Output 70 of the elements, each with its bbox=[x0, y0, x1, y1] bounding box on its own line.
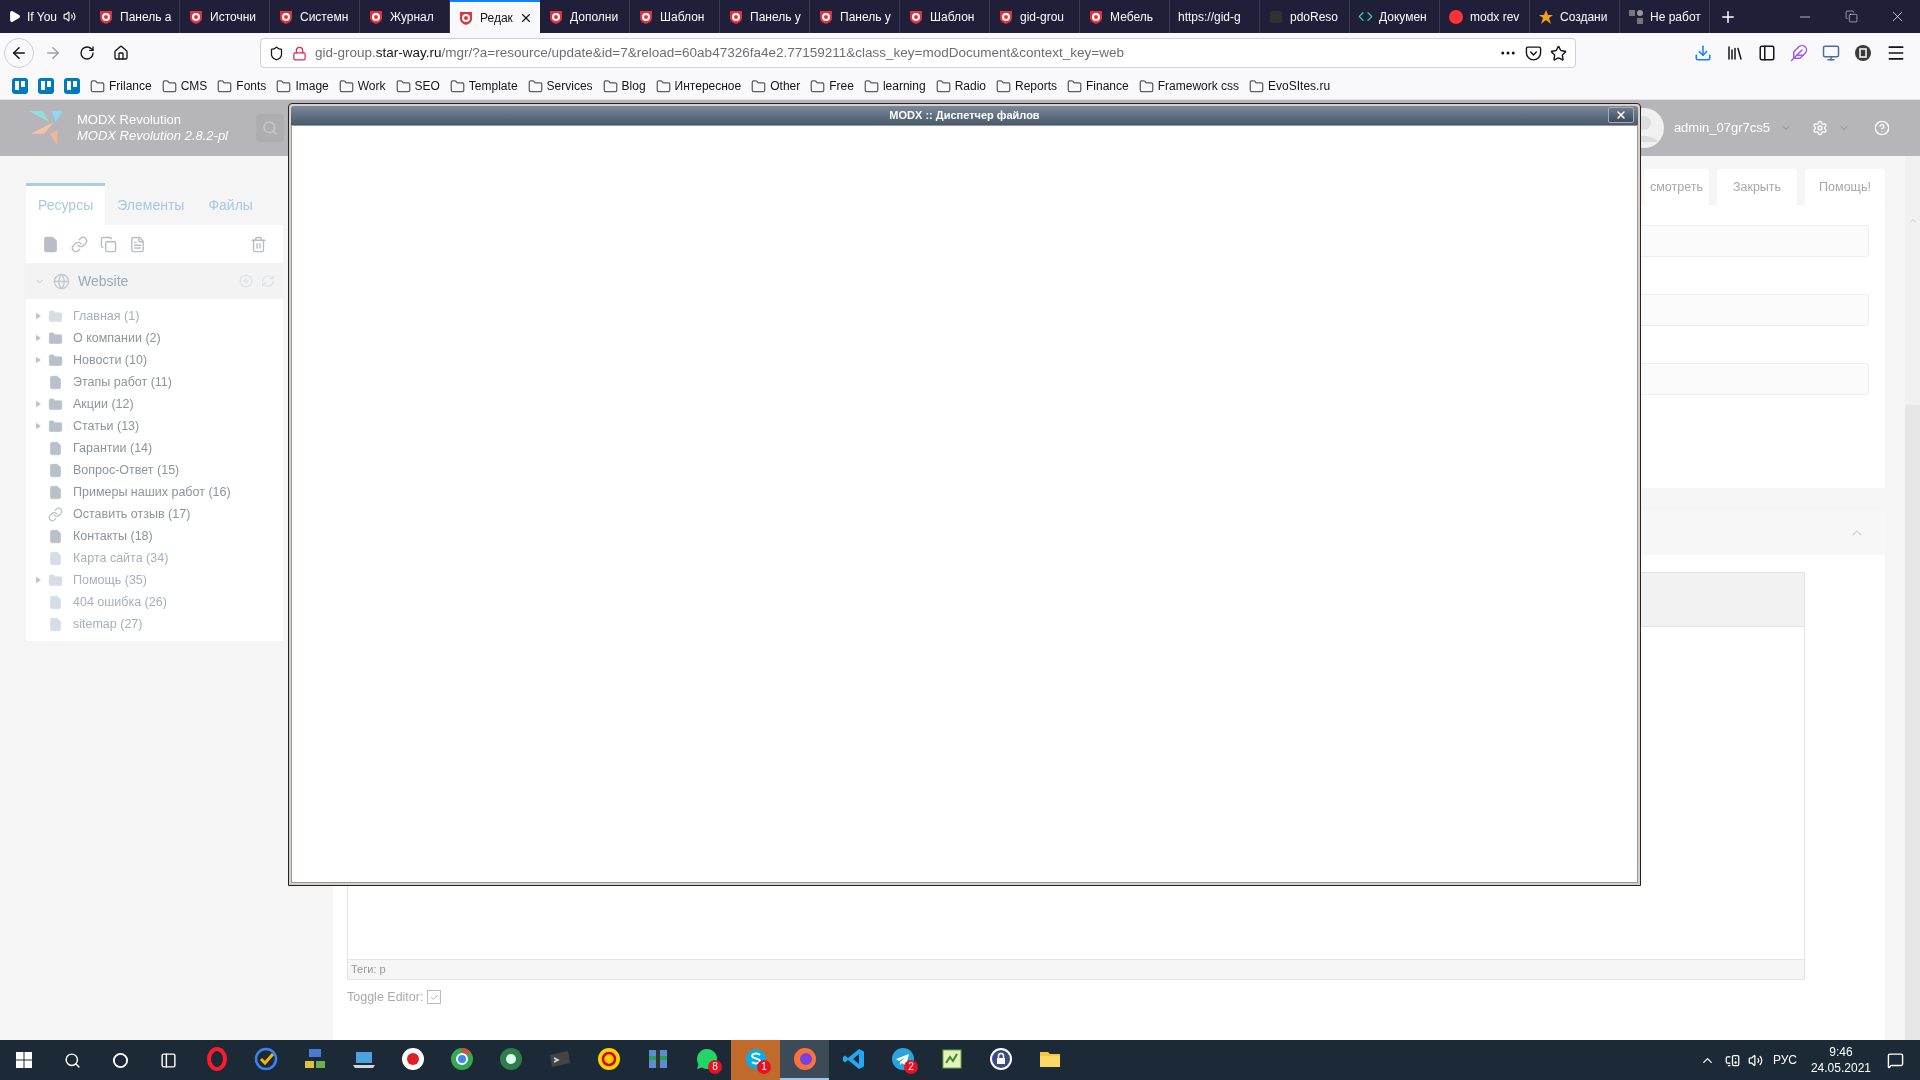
bookmark-label[interactable]: SEO bbox=[414, 77, 440, 95]
bookmark-label[interactable]: Free bbox=[829, 77, 854, 95]
clock-time[interactable]: 9:46 bbox=[1829, 1044, 1853, 1060]
notification-count: 8 bbox=[708, 1060, 722, 1074]
bookmark-label[interactable]: Services bbox=[546, 77, 593, 95]
tab-title: gid-grou bbox=[1020, 8, 1065, 26]
tree-item-label: О компании (2) bbox=[73, 329, 161, 347]
bookmark-label[interactable]: Work bbox=[357, 77, 386, 95]
notification-count: 1 bbox=[757, 1060, 771, 1074]
bookmark-label[interactable]: Blog bbox=[621, 77, 646, 95]
tree-item-label: Вопрос-Ответ (15) bbox=[73, 461, 180, 479]
browser-tab[interactable]: Редак bbox=[450, 0, 540, 33]
bookmark-label[interactable]: CMS bbox=[180, 77, 208, 95]
tab-title: https://gid-g bbox=[1178, 8, 1241, 26]
dialog-title: MODX :: Диспетчер файлов bbox=[889, 108, 1040, 124]
bookmark-label[interactable]: Framework css bbox=[1157, 77, 1240, 95]
bookmark-label[interactable]: Image bbox=[295, 77, 329, 95]
bookmark-label[interactable]: Интересное bbox=[674, 77, 742, 95]
brand-name: MODX Revolution bbox=[77, 112, 183, 128]
tree-item-label: Акции (12) bbox=[73, 395, 134, 413]
bookmark-label[interactable]: Fonts bbox=[236, 77, 267, 95]
url-text: gid-group.star-way.ru/mgr/?a=resource/update&id=7&reload=60ab47326fa4e2.77159211&class_key=modDocument&context_key=web bbox=[315, 43, 1124, 62]
taskbar-app[interactable]: 2 bbox=[878, 1040, 927, 1080]
bookmark-label[interactable]: Frilance bbox=[109, 77, 152, 95]
tree-item-label: Контакты (18) bbox=[73, 527, 153, 545]
tab-title: Панель а bbox=[120, 8, 172, 26]
bookmark-label[interactable]: learning bbox=[882, 77, 926, 95]
tree-item-label: Оставить отзыв (17) bbox=[73, 505, 191, 523]
tab-title: Мебель bbox=[1110, 8, 1153, 26]
tab-title: Шаблон bbox=[930, 8, 975, 26]
tree-item-label: Карта сайта (34) bbox=[73, 549, 169, 567]
tree-item-label: 404 ошибка (26) bbox=[73, 593, 167, 611]
tab-title: Дополни bbox=[570, 8, 619, 26]
tab-title: Редак bbox=[480, 9, 513, 27]
clock-date[interactable]: 24.05.2021 bbox=[1810, 1060, 1871, 1076]
editor-status: Теги: p bbox=[351, 962, 386, 978]
tree-item-label: sitemap (27) bbox=[73, 615, 143, 633]
tab-title: Системн bbox=[300, 8, 349, 26]
tab-title: Панель у bbox=[840, 8, 891, 26]
tree-item-label: Помощь (35) bbox=[73, 571, 147, 589]
tab-title: Не работ bbox=[1650, 8, 1701, 26]
tab-title: If You bbox=[27, 8, 58, 26]
notification-count: 2 bbox=[904, 1060, 918, 1074]
bookmark-label[interactable]: Reports bbox=[1015, 77, 1057, 95]
context-name: Website bbox=[78, 271, 129, 291]
tab-title: Создани bbox=[1560, 8, 1608, 26]
tab-title: Источни bbox=[210, 8, 256, 26]
tab-title: Панель у bbox=[750, 8, 801, 26]
tree-item-label: Примеры наших работ (16) bbox=[73, 483, 231, 501]
bookmark-label[interactable]: Radio bbox=[954, 77, 986, 95]
bookmark-label[interactable]: Template bbox=[468, 77, 518, 95]
toggle-editor-label: Toggle Editor: bbox=[347, 989, 424, 1006]
taskbar-app[interactable]: 8 bbox=[682, 1040, 731, 1080]
tree-item-label: Гарантии (14) bbox=[73, 439, 153, 457]
tree-item-label: Главная (1) bbox=[73, 307, 140, 325]
address-bar[interactable]: gid-group.star-way.ru/mgr/?a=resource/update&id=7&reload=60ab47326fa4e2.77159211&class_key=modDocument&context_key=web bbox=[260, 38, 1576, 68]
tab-title: Докумен bbox=[1379, 8, 1427, 26]
tab-title: modx rev bbox=[1470, 8, 1520, 26]
bookmark-label[interactable]: Finance bbox=[1086, 77, 1129, 95]
bookmark-label[interactable]: Other bbox=[770, 77, 801, 95]
version-label: MODX Revolution 2.8.2-pl bbox=[77, 128, 228, 144]
tab-title: Журнал bbox=[390, 8, 434, 26]
tab-title: Шаблон bbox=[660, 8, 705, 26]
language-indicator[interactable]: РУС bbox=[1772, 1051, 1797, 1069]
bookmark-label[interactable]: EvoSItes.ru bbox=[1268, 77, 1331, 95]
tree-item-label: Статьи (13) bbox=[73, 417, 140, 435]
taskbar-app[interactable]: 1 bbox=[731, 1040, 780, 1080]
tree-item-label: Новости (10) bbox=[73, 351, 148, 369]
tree-item-label: Этапы работ (11) bbox=[73, 373, 172, 391]
tab-title: pdoReso bbox=[1290, 8, 1339, 26]
